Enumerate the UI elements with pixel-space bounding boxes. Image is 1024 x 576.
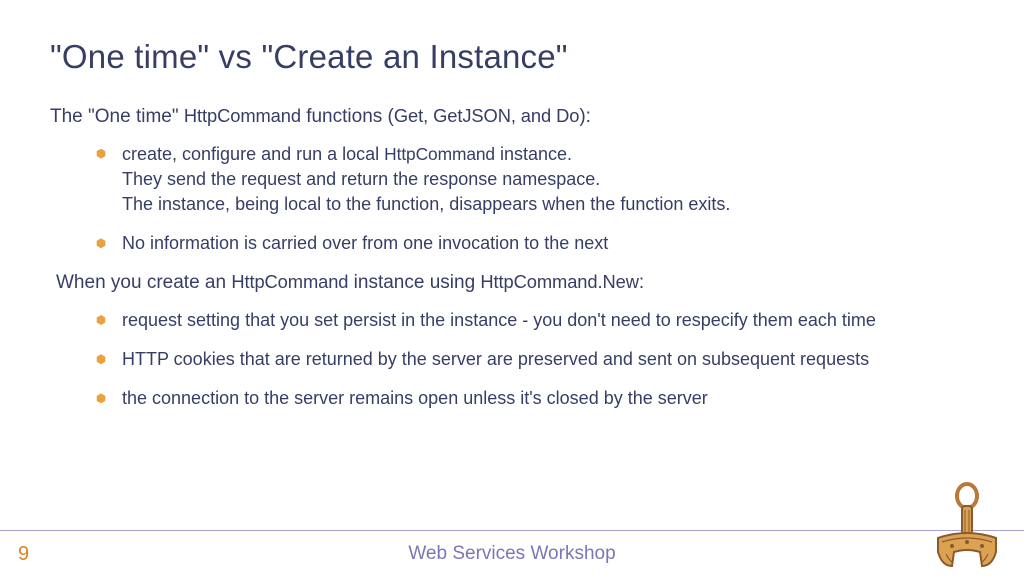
text: functions ( — [301, 106, 394, 127]
list-item: No information is carried over from one … — [122, 231, 974, 256]
text: instance. — [495, 144, 572, 164]
text: : — [639, 272, 644, 293]
text: the connection to the server remains ope… — [122, 388, 708, 408]
footer: 9 Web Services Workshop — [0, 530, 1024, 576]
list-item: request setting that you set persist in … — [122, 308, 974, 333]
page-number: 9 — [18, 543, 29, 566]
text: instance using — [348, 272, 480, 293]
list-item: create, configure and run a local HttpCo… — [122, 142, 974, 218]
footer-title: Web Services Workshop — [0, 543, 1024, 565]
text: request setting that you set persist in … — [122, 310, 876, 330]
list-item: HTTP cookies that are returned by the se… — [122, 347, 974, 372]
text: No information is carried over from one … — [122, 233, 608, 253]
text: The "One time" — [50, 106, 184, 127]
section1-bullets: create, configure and run a local HttpCo… — [50, 142, 974, 257]
text: They send the request and return the res… — [122, 169, 600, 189]
code-text: HttpCommand.New — [480, 271, 638, 292]
hammer-icon — [932, 482, 1002, 570]
code-text: HttpCommand — [231, 271, 348, 292]
slide-title: "One time" vs "Create an Instance" — [50, 38, 974, 76]
list-item: the connection to the server remains ope… — [122, 386, 974, 411]
code-text: HttpCommand — [384, 144, 495, 164]
text: create, configure and run a local — [122, 144, 384, 164]
code-text: Get, GetJSON, and Do — [394, 105, 579, 126]
text: The instance, being local to the functio… — [122, 194, 730, 214]
text: When you create an — [56, 272, 231, 293]
text: ): — [579, 106, 591, 127]
slide: "One time" vs "Create an Instance" The "… — [0, 0, 1024, 576]
section1-intro: The "One time" HttpCommand functions (Ge… — [50, 104, 974, 130]
section2-intro: When you create an HttpCommand instance … — [56, 270, 974, 296]
text: HTTP cookies that are returned by the se… — [122, 349, 869, 369]
section2-bullets: request setting that you set persist in … — [50, 308, 974, 412]
code-text: HttpCommand — [184, 105, 301, 126]
